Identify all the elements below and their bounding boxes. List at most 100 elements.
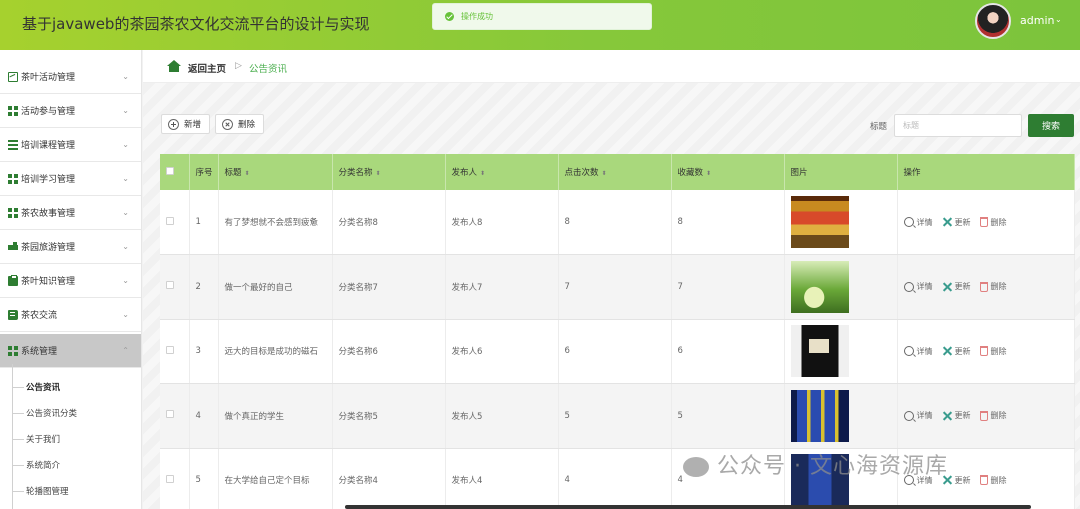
detail-label: 详情 — [916, 282, 933, 292]
row-delete-button[interactable]: 删除 — [979, 475, 1007, 486]
submenu-about-us[interactable]: 关于我们 — [26, 433, 60, 445]
avatar[interactable] — [975, 3, 1011, 39]
chevron-down-icon[interactable]: ⌄ — [1055, 15, 1062, 24]
sort-icon[interactable]: ⬍ — [706, 170, 711, 177]
cell-title: 做个真正的学生 — [218, 383, 333, 449]
header-label: 点击次数 — [564, 168, 599, 178]
header-favorites[interactable]: 收藏数 ⬍ — [671, 154, 785, 190]
sidebar-item-training-course[interactable]: 培训课程管理 ⌄ — [0, 128, 141, 162]
close-circle-icon — [222, 118, 233, 130]
header-publisher[interactable]: 发布人 ⬍ — [445, 154, 559, 190]
row-checkbox[interactable] — [166, 345, 174, 354]
submenu-carousel[interactable]: 轮播图管理 — [26, 485, 69, 497]
search-input[interactable] — [894, 114, 1022, 137]
submenu-announcements[interactable]: 公告资讯 — [26, 381, 60, 393]
tea-product-image[interactable] — [790, 196, 849, 248]
user-name[interactable]: admin — [1020, 14, 1054, 27]
sidebar-item-training-study[interactable]: 培训学习管理 ⌄ — [0, 162, 141, 196]
tools-icon — [942, 346, 952, 356]
row-select-cell[interactable] — [160, 190, 190, 255]
search-label: 标题 — [870, 122, 888, 132]
detail-button[interactable]: 详情 — [903, 217, 933, 228]
sidebar-item-label: 活动参与管理 — [21, 107, 76, 117]
delete-button[interactable]: 删除 — [215, 114, 265, 134]
sidebar-item-activity-participation[interactable]: 活动参与管理 ⌄ — [0, 94, 141, 128]
delete-label: 删除 — [990, 411, 1007, 421]
cell-image — [784, 319, 898, 384]
select-all-checkbox[interactable] — [166, 166, 174, 175]
row-checkbox[interactable] — [166, 474, 174, 483]
submenu-announcement-category[interactable]: 公告资讯分类 — [26, 407, 77, 419]
delete-button-label: 删除 — [238, 120, 256, 130]
sidebar-item-farmer-story[interactable]: 茶农故事管理 ⌄ — [0, 196, 141, 230]
row-checkbox[interactable] — [166, 410, 174, 419]
header-label: 标题 — [224, 168, 242, 178]
sort-icon[interactable]: ⬍ — [245, 170, 250, 177]
sidebar-item-farmer-exchange[interactable]: 茶农交流 ⌄ — [0, 298, 141, 332]
row-select-cell[interactable] — [160, 448, 190, 509]
breadcrumb-separator: ▷ — [235, 61, 242, 71]
update-label: 更新 — [954, 475, 971, 485]
update-button[interactable]: 更新 — [942, 410, 971, 421]
tea-product-image[interactable] — [790, 325, 849, 378]
row-checkbox[interactable] — [166, 216, 174, 225]
magnifier-icon — [903, 346, 914, 357]
update-button[interactable]: 更新 — [942, 281, 971, 292]
add-button-label: 新增 — [184, 120, 202, 130]
chevron-down-icon: ⌄ — [122, 242, 129, 251]
sidebar-item-tea-activity[interactable]: 茶叶活动管理 ⌄ — [0, 60, 141, 94]
sort-icon[interactable]: ⬍ — [480, 170, 485, 177]
row-select-cell[interactable] — [160, 254, 190, 320]
header-clicks[interactable]: 点击次数 ⬍ — [558, 154, 672, 190]
row-select-cell[interactable] — [160, 383, 190, 449]
tools-icon — [942, 217, 952, 227]
cell-clicks: 5 — [558, 383, 672, 449]
cell-image — [784, 190, 898, 255]
detail-button[interactable]: 详情 — [903, 281, 933, 292]
header-category[interactable]: 分类名称 ⬍ — [332, 154, 446, 190]
tea-product-image[interactable] — [790, 260, 849, 313]
select-all-cell[interactable] — [160, 154, 190, 190]
sort-icon[interactable]: ⬍ — [376, 170, 381, 177]
update-button[interactable]: 更新 — [942, 346, 971, 357]
detail-label: 详情 — [916, 411, 933, 421]
row-delete-button[interactable]: 删除 — [979, 346, 1007, 357]
magnifier-icon — [903, 281, 914, 292]
sidebar-item-tea-knowledge[interactable]: 茶叶知识管理 ⌄ — [0, 264, 141, 298]
row-delete-button[interactable]: 删除 — [979, 410, 1007, 421]
header-title[interactable]: 标题 ⬍ — [218, 154, 333, 190]
cell-favorites: 7 — [671, 254, 785, 320]
sidebar-item-system[interactable]: 系统管理 ⌃ — [0, 334, 141, 368]
header-actions: 操作 — [897, 154, 1075, 190]
cell-title: 远大的目标是成功的磁石 — [218, 319, 333, 384]
submenu-system-intro[interactable]: 系统简介 — [26, 459, 60, 471]
tea-product-image[interactable] — [790, 389, 849, 442]
detail-label: 详情 — [916, 217, 933, 227]
update-label: 更新 — [954, 217, 971, 227]
sidebar-item-label: 系统管理 — [21, 347, 58, 357]
row-checkbox[interactable] — [166, 281, 174, 290]
cell-favorites: 6 — [671, 319, 785, 384]
video-progress-bar — [345, 505, 1031, 509]
row-delete-button[interactable]: 删除 — [979, 217, 1007, 228]
cell-image — [784, 254, 898, 320]
breadcrumb-home[interactable]: 返回主页 — [188, 61, 226, 75]
search-button[interactable]: 搜索 — [1028, 114, 1074, 137]
row-select-cell[interactable] — [160, 319, 190, 384]
row-delete-button[interactable]: 删除 — [979, 281, 1007, 292]
watermark: 公众号 · 文心海资源库 — [683, 448, 948, 480]
sidebar-item-label: 茶园旅游管理 — [21, 243, 76, 253]
update-button[interactable]: 更新 — [942, 217, 971, 228]
cell-no: 5 — [189, 448, 219, 509]
cell-publisher: 发布人7 — [445, 254, 559, 320]
sidebar-item-tea-garden-tour[interactable]: 茶园旅游管理 ⌄ — [0, 230, 141, 264]
trash-icon — [979, 346, 988, 357]
trash-icon — [979, 217, 988, 227]
sort-icon[interactable]: ⬍ — [602, 170, 607, 177]
submenu-guide-line — [12, 364, 13, 509]
detail-button[interactable]: 详情 — [903, 346, 933, 357]
add-button[interactable]: 新增 — [161, 114, 211, 134]
home-icon[interactable] — [167, 60, 181, 72]
cell-clicks: 4 — [558, 448, 672, 509]
detail-button[interactable]: 详情 — [903, 410, 933, 421]
